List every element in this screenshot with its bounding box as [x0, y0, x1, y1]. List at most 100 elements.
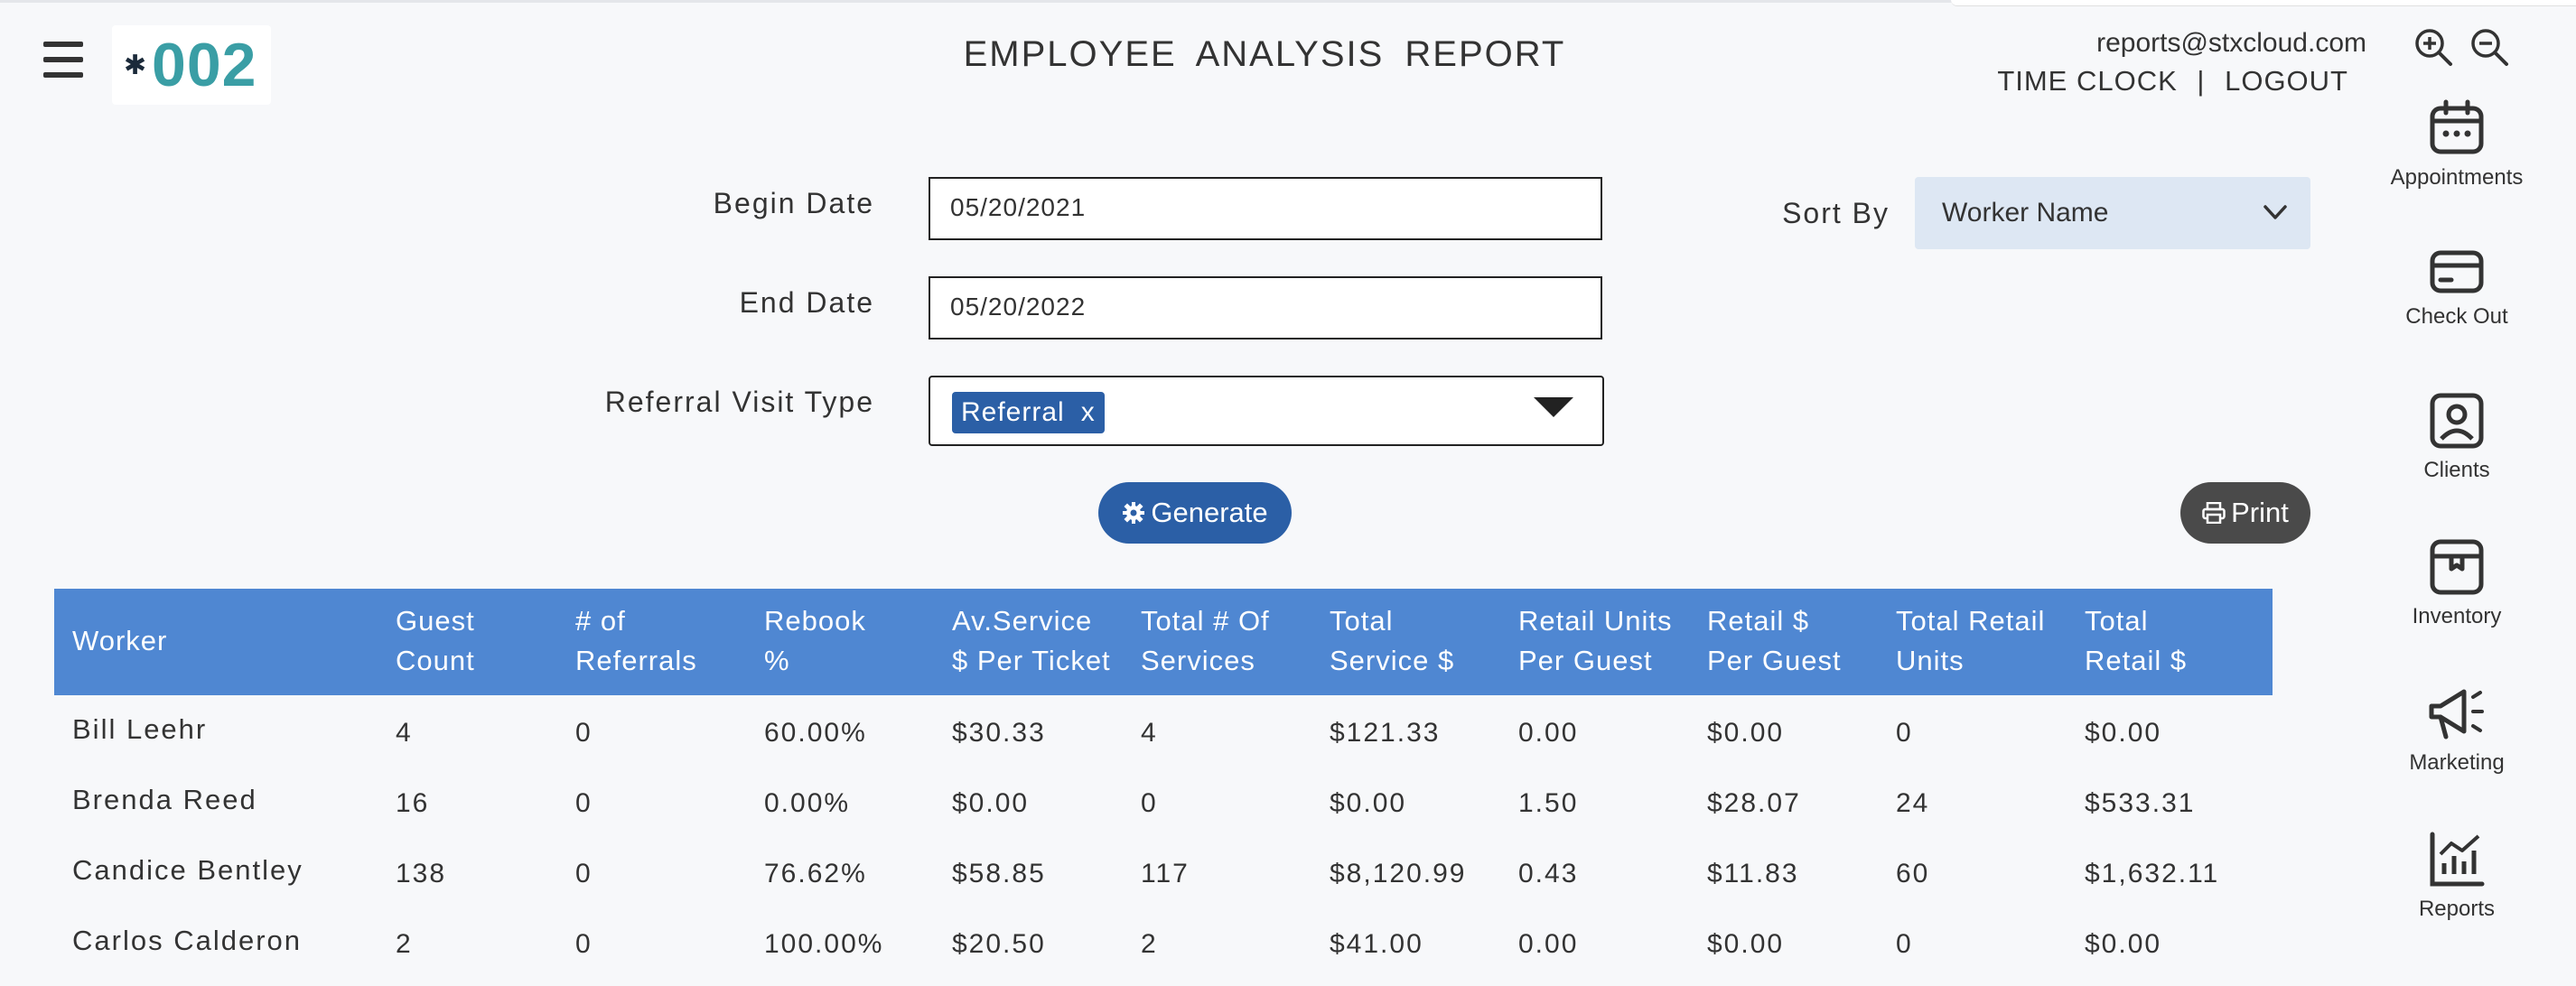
- sidebar-item-label: Appointments: [2390, 165, 2524, 190]
- top-right-panel-edge: [1951, 0, 2576, 6]
- table-cell: $58.85: [952, 859, 1046, 888]
- megaphone-icon: [2389, 684, 2525, 742]
- table-cell: $0.00: [1707, 929, 1785, 959]
- column-header[interactable]: # of Referrals: [575, 601, 697, 681]
- sidebar-item-label: Check Out: [2405, 304, 2508, 329]
- time-clock-link[interactable]: TIME CLOCK: [1997, 65, 2177, 97]
- table-cell: 117: [1141, 859, 1190, 888]
- user-icon: [2389, 392, 2525, 450]
- begin-date-label: Begin Date: [713, 187, 874, 219]
- end-date-label: End Date: [739, 286, 874, 319]
- sidebar-item-appointments[interactable]: Appointments: [2389, 99, 2525, 191]
- link-separator: |: [2197, 65, 2206, 97]
- table-cell: $1,632.11: [2085, 859, 2220, 888]
- table-cell: $121.33: [1330, 718, 1441, 748]
- table-cell: 0: [1141, 788, 1158, 818]
- sidebar-item-reports[interactable]: Reports: [2389, 831, 2525, 923]
- end-date-field[interactable]: 05/20/2022: [929, 276, 1602, 340]
- gear-icon: [1123, 501, 1145, 524]
- table-cell: $28.07: [1707, 788, 1801, 818]
- sort-by-value: Worker Name: [1942, 198, 2109, 228]
- sidebar-item-label: Reports: [2418, 897, 2496, 921]
- worker-name-cell: Carlos Calderon: [72, 925, 302, 956]
- column-header[interactable]: Total # Of Services: [1141, 601, 1270, 681]
- table-cell: 4: [1141, 718, 1158, 748]
- begin-date-field[interactable]: 05/20/2021: [929, 177, 1602, 240]
- referral-visit-type-label: Referral Visit Type: [604, 386, 874, 418]
- zoom-in-icon[interactable]: [2413, 27, 2453, 67]
- sidebar-item-inventory[interactable]: Inventory: [2389, 538, 2525, 630]
- table-cell: 0: [575, 859, 593, 888]
- remove-tag-button[interactable]: x: [1081, 397, 1096, 427]
- referral-tag-label: Referral: [961, 397, 1065, 427]
- worker-name-cell: Bill Leehr: [72, 713, 208, 745]
- zoom-out-icon[interactable]: [2469, 27, 2509, 67]
- print-label: Print: [2231, 497, 2289, 528]
- menu-icon[interactable]: [43, 42, 83, 78]
- table-cell: 0: [575, 788, 593, 818]
- column-header[interactable]: Guest Count: [396, 601, 475, 681]
- table-cell: 0: [1896, 929, 1913, 959]
- table-cell: 4: [396, 718, 413, 748]
- table-cell: 0: [575, 929, 593, 959]
- referral-tag: Referral x: [952, 392, 1105, 433]
- printer-icon: [2202, 501, 2226, 525]
- sidebar-item-check-out[interactable]: Check Out: [2389, 246, 2525, 330]
- table-cell: 0.43: [1518, 859, 1579, 888]
- box-icon: [2389, 538, 2525, 596]
- worker-name-cell: Brenda Reed: [72, 784, 257, 815]
- sidebar-item-clients[interactable]: Clients: [2389, 392, 2525, 484]
- table-cell: 60.00%: [764, 718, 867, 748]
- sidebar-item-label: Clients: [2423, 458, 2490, 482]
- table-cell: 2: [396, 929, 413, 959]
- chart-icon: [2389, 831, 2525, 888]
- sort-by-label: Sort By: [1782, 197, 1890, 229]
- table-cell: $41.00: [1330, 929, 1423, 959]
- table-cell: 76.62%: [764, 859, 867, 888]
- credit-card-icon: [2389, 246, 2525, 296]
- table-cell: 0: [575, 718, 593, 748]
- table-cell: 2: [1141, 929, 1158, 959]
- column-header[interactable]: Av.Service $ Per Ticket: [952, 601, 1111, 681]
- generate-button[interactable]: Generate: [1098, 482, 1292, 544]
- column-header[interactable]: Retail $ Per Guest: [1707, 601, 1842, 681]
- table-cell: $533.31: [2085, 788, 2196, 818]
- table-cell: $0.00: [952, 788, 1030, 818]
- calendar-icon: [2389, 99, 2525, 157]
- logout-link[interactable]: LOGOUT: [2225, 65, 2348, 97]
- table-cell: $0.00: [2085, 718, 2162, 748]
- column-header[interactable]: Worker: [72, 621, 167, 661]
- table-cell: 1.50: [1518, 788, 1579, 818]
- table-cell: 0.00%: [764, 788, 851, 818]
- print-button[interactable]: Print: [2180, 482, 2310, 544]
- table-cell: 24: [1896, 788, 1930, 818]
- generate-label: Generate: [1151, 497, 1268, 528]
- table-cell: 138: [396, 859, 447, 888]
- user-email: reports@stxcloud.com: [2096, 28, 2366, 58]
- header-links: TIME CLOCK | LOGOUT: [1987, 63, 2348, 99]
- sidebar-item-marketing[interactable]: Marketing: [2389, 684, 2525, 777]
- worker-name-cell: Candice Bentley: [72, 854, 303, 886]
- table-cell: $0.00: [1707, 718, 1785, 748]
- table-cell: $0.00: [2085, 929, 2162, 959]
- column-header[interactable]: Retail Units Per Guest: [1518, 601, 1673, 681]
- sidebar-item-label: Marketing: [2409, 750, 2505, 775]
- dropdown-arrow-icon[interactable]: [1534, 397, 1573, 417]
- column-header[interactable]: Total Service $: [1330, 601, 1454, 681]
- column-header[interactable]: Total Retail $: [2085, 601, 2187, 681]
- table-cell: $30.33: [952, 718, 1046, 748]
- page-title: EMPLOYEE ANALYSIS REPORT: [963, 34, 1566, 74]
- logo-star-icon: ✱: [124, 51, 147, 80]
- table-cell: $8,120.99: [1330, 859, 1467, 888]
- table-cell: 0.00: [1518, 718, 1579, 748]
- chevron-down-icon[interactable]: [2262, 199, 2289, 226]
- table-cell: 100.00%: [764, 929, 884, 959]
- column-header[interactable]: Total Retail Units: [1896, 601, 2045, 681]
- table-cell: 16: [396, 788, 430, 818]
- table-cell: 60: [1896, 859, 1930, 888]
- table-cell: $11.83: [1707, 859, 1799, 888]
- sidebar-item-label: Inventory: [2412, 604, 2502, 628]
- table-cell: 0: [1896, 718, 1913, 748]
- table-cell: $0.00: [1330, 788, 1407, 818]
- column-header[interactable]: Rebook %: [764, 601, 866, 681]
